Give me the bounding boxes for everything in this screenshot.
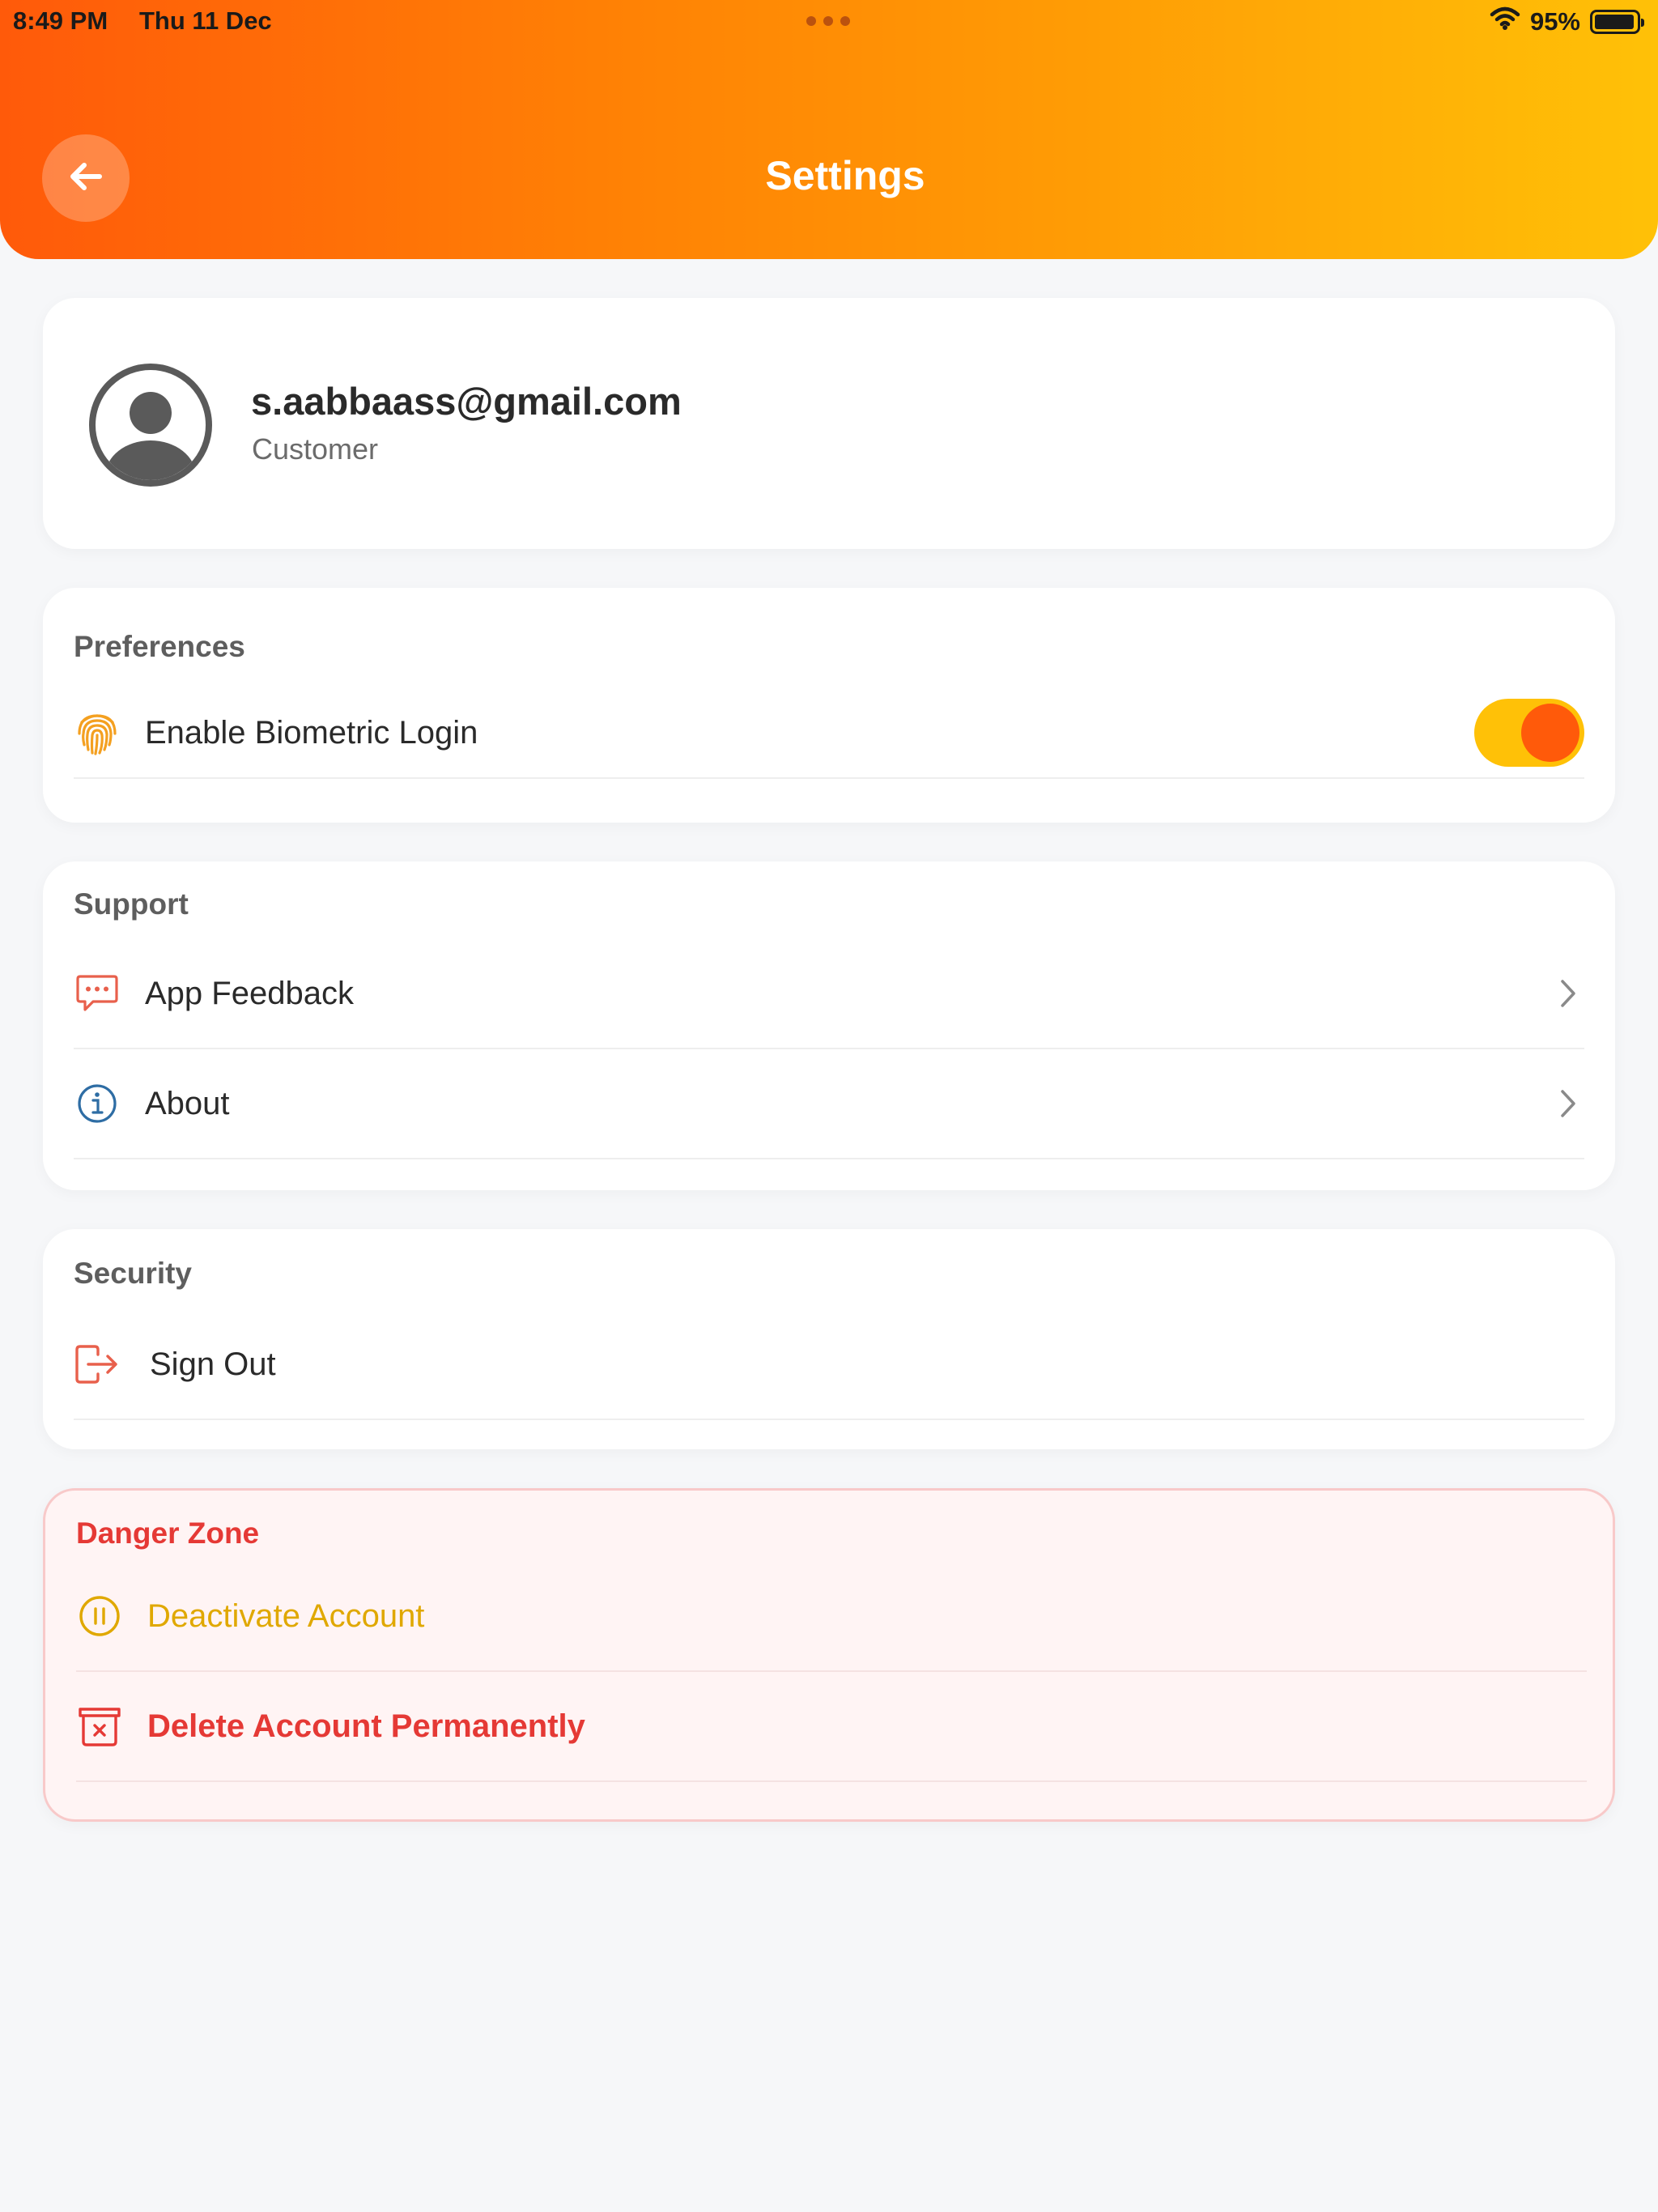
status-time: 8:49 PM [13,6,108,35]
preferences-card: Preferences Enable Biometric Login [43,588,1615,823]
battery-fill [1595,15,1634,29]
status-date: Thu 11 Dec [139,6,272,35]
user-circle-icon [87,361,215,493]
battery-percent: 95% [1529,7,1580,36]
about-label: About [145,1085,230,1121]
sign-out-icon [74,1341,121,1388]
pause-circle-icon [76,1593,123,1640]
wifi-icon [1490,6,1520,37]
multitasking-dots-icon[interactable] [806,16,850,26]
trash-x-icon [76,1703,123,1750]
profile-card: s.aabbaass@gmail.com Customer [43,298,1615,549]
delete-account-row[interactable]: Delete Account Permanently [76,1672,1587,1782]
sign-out-row[interactable]: Sign Out [74,1310,1584,1420]
support-card: Support App Feedback About [43,861,1615,1190]
battery-icon [1590,10,1644,34]
chevron-right-icon [1552,977,1584,1010]
status-indicators: 95% [1490,6,1644,37]
delete-account-label: Delete Account Permanently [147,1708,585,1744]
about-row[interactable]: About [74,1049,1584,1159]
preferences-section-title: Preferences [74,630,245,663]
sign-out-label: Sign Out [150,1346,276,1382]
toggle-knob [1521,704,1579,762]
deactivate-account-label: Deactivate Account [147,1597,425,1634]
chevron-right-icon [1552,1087,1584,1120]
chat-bubble-icon [74,970,121,1017]
support-section-title: Support [74,887,189,921]
info-icon [74,1080,121,1127]
biometric-login-row: Enable Biometric Login [74,688,1584,779]
danger-zone-card: Danger Zone Deactivate Account Delete Ac… [43,1488,1615,1822]
profile-role: Customer [252,432,379,466]
deactivate-account-row[interactable]: Deactivate Account [76,1562,1587,1672]
fingerprint-icon [74,709,121,756]
status-bar: 8:49 PM Thu 11 Dec 95% [0,0,1658,44]
security-card: Security Sign Out [43,1229,1615,1449]
biometric-login-label: Enable Biometric Login [145,714,478,751]
danger-zone-title: Danger Zone [76,1516,260,1550]
app-feedback-label: App Feedback [145,975,354,1011]
security-section-title: Security [74,1257,193,1290]
biometric-login-toggle[interactable] [1474,699,1584,767]
profile-email: s.aabbaass@gmail.com [251,380,682,423]
page-title: Settings [765,153,925,198]
app-feedback-row[interactable]: App Feedback [74,939,1584,1049]
header-bar: 8:49 PM Thu 11 Dec 95% Settings [0,0,1658,259]
